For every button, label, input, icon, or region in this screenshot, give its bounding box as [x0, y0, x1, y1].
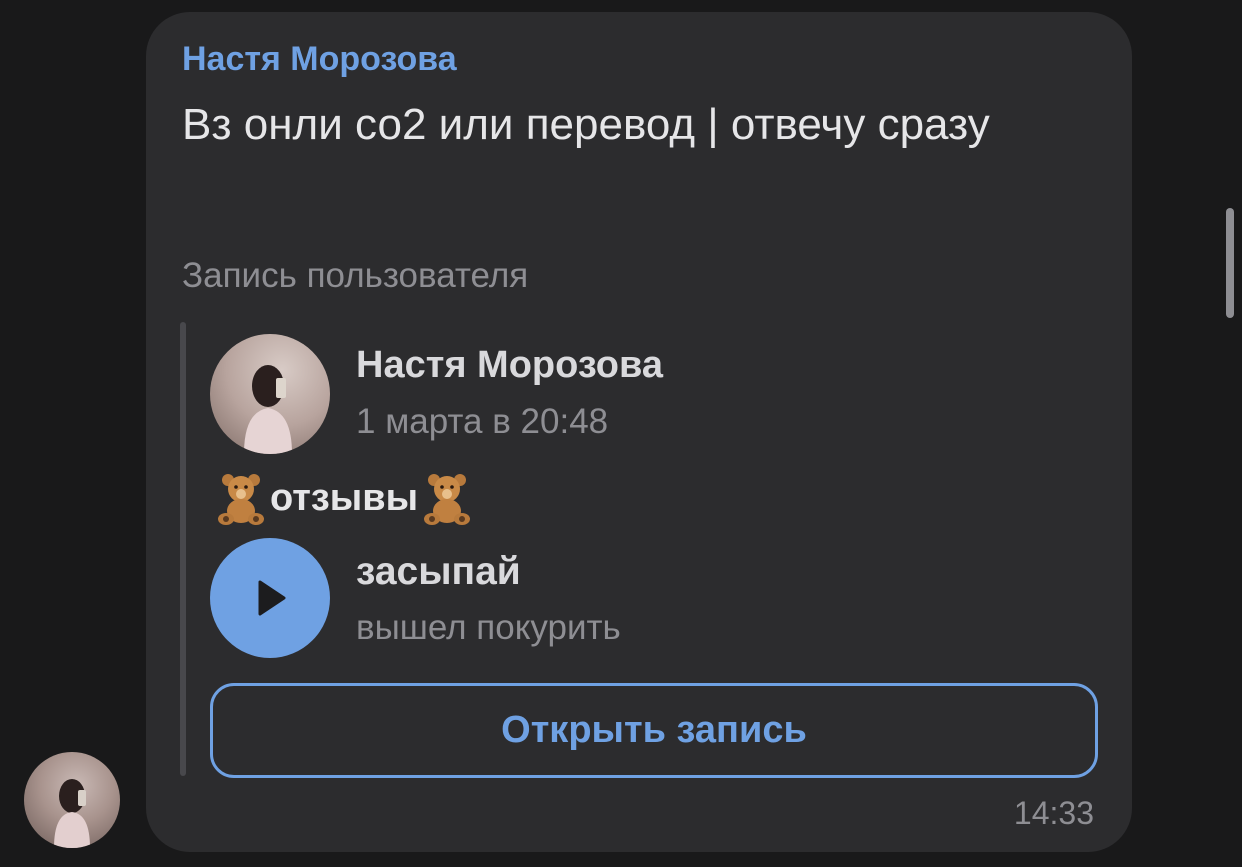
avatar-photo — [244, 365, 292, 454]
teddy-bear-icon — [218, 474, 264, 525]
repost-text: отзывы — [212, 470, 476, 526]
play-icon — [258, 580, 286, 616]
open-post-button[interactable]: Открыть запись — [210, 683, 1098, 778]
message-bubble[interactable]: Настя Морозова Вз онли со2 или перевод |… — [146, 12, 1132, 852]
message-author[interactable]: Настя Морозова — [182, 40, 457, 79]
message-time: 14:33 — [1013, 795, 1094, 831]
avatar-photo — [54, 779, 90, 848]
repost-author-avatar[interactable] — [210, 334, 330, 454]
repost-date[interactable]: 1 марта в 20:48 — [356, 402, 608, 442]
repost-author-name[interactable]: Настя Морозова — [356, 344, 663, 387]
repost-caption: Запись пользователя — [182, 256, 529, 295]
teddy-bear-icon — [424, 474, 471, 525]
chat-view: Настя Морозова Вз онли со2 или перевод |… — [0, 0, 1242, 867]
repost-quote-bar — [180, 322, 186, 776]
audio-track-artist[interactable]: вышел покурить — [356, 608, 621, 648]
message-text: Вз онли со2 или перевод | отвечу сразу — [182, 100, 990, 149]
audio-track-title[interactable]: засыпай — [356, 550, 521, 594]
audio-play-button[interactable] — [210, 538, 330, 658]
scrollbar-thumb[interactable] — [1226, 208, 1234, 318]
repost-text-label: отзывы — [270, 476, 419, 519]
sender-avatar[interactable] — [24, 752, 120, 848]
